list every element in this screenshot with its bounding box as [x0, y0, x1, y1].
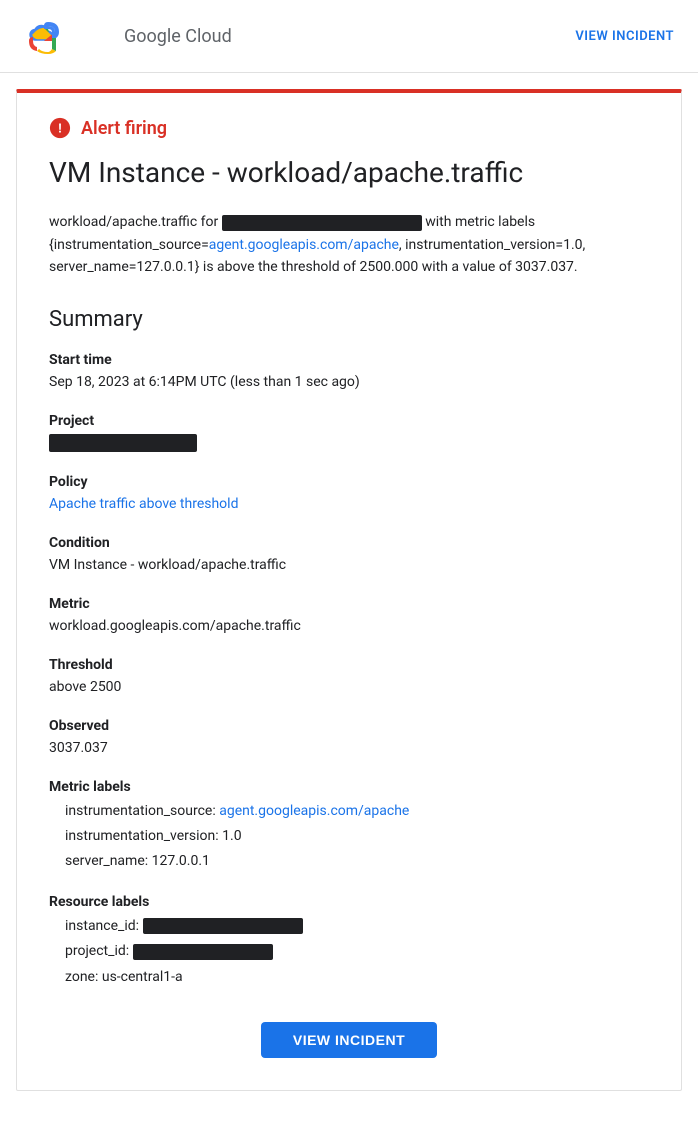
project-id-row: project_id:: [65, 939, 649, 964]
instrumentation-version-row: instrumentation_version: 1.0: [65, 824, 649, 849]
metric-value: workload.googleapis.com/apache.traffic: [49, 616, 649, 637]
threshold-section: Threshold above 2500: [49, 657, 649, 698]
condition-value: VM Instance - workload/apache.traffic: [49, 555, 649, 576]
project-label: Project: [49, 413, 649, 429]
policy-value: Apache traffic above threshold: [49, 494, 649, 515]
google-logo-icon: [24, 16, 64, 56]
policy-label: Policy: [49, 474, 649, 490]
instance-id-row: instance_id:: [65, 914, 649, 939]
project-section: Project: [49, 413, 649, 454]
resource-labels-values: instance_id: project_id: zone: us-centra…: [49, 914, 649, 990]
alert-firing-label: Alert firing: [81, 118, 167, 139]
view-incident-button[interactable]: VIEW INCIDENT: [261, 1022, 437, 1058]
start-time-section: Start time Sep 18, 2023 at 6:14PM UTC (l…: [49, 352, 649, 393]
view-incident-header-link[interactable]: VIEW INCIDENT: [575, 29, 674, 44]
desc-redacted-resource: [222, 215, 422, 231]
project-redacted: [49, 434, 197, 452]
metric-labels-values: instrumentation_source: agent.googleapis…: [49, 799, 649, 875]
svg-text:!: !: [58, 121, 62, 136]
metric-labels-label: Metric labels: [49, 779, 649, 795]
policy-section: Policy Apache traffic above threshold: [49, 474, 649, 515]
server-name-key: server_name:: [65, 853, 148, 869]
start-time-label: Start time: [49, 352, 649, 368]
metric-section: Metric workload.googleapis.com/apache.tr…: [49, 596, 649, 637]
google-cloud-wordmark: Google Cloud: [124, 26, 232, 47]
header: Google Cloud VIEW INCIDENT: [0, 0, 698, 72]
project-value: [49, 433, 649, 454]
metric-labels-section: Metric labels instrumentation_source: ag…: [49, 779, 649, 875]
instance-id-key: instance_id:: [65, 918, 139, 934]
policy-link[interactable]: Apache traffic above threshold: [49, 496, 238, 512]
logo-area: Google Cloud: [24, 16, 232, 56]
alert-firing-row: ! Alert firing: [49, 117, 649, 139]
desc-apache-link[interactable]: agent.googleapis.com/apache: [209, 237, 399, 253]
observed-section: Observed 3037.037: [49, 718, 649, 759]
alert-title: VM Instance - workload/apache.traffic: [49, 155, 649, 191]
view-incident-btn-wrapper: VIEW INCIDENT: [49, 1022, 649, 1058]
instrumentation-version-key: instrumentation_version:: [65, 828, 219, 844]
start-time-value: Sep 18, 2023 at 6:14PM UTC (less than 1 …: [49, 372, 649, 393]
instance-id-redacted: [143, 918, 303, 934]
header-divider: [0, 72, 698, 73]
zone-value: us-central1-a: [102, 969, 183, 985]
project-id-key: project_id:: [65, 943, 129, 959]
instrumentation-source-row: instrumentation_source: agent.googleapis…: [65, 799, 649, 824]
metric-label: Metric: [49, 596, 649, 612]
zone-row: zone: us-central1-a: [65, 965, 649, 990]
alert-description: workload/apache.traffic for with metric …: [49, 211, 649, 278]
alert-firing-icon: !: [49, 117, 71, 139]
desc-prefix: workload/apache.traffic for: [49, 214, 218, 230]
condition-section: Condition VM Instance - workload/apache.…: [49, 535, 649, 576]
resource-labels-section: Resource labels instance_id: project_id:…: [49, 894, 649, 990]
instrumentation-version-value: 1.0: [222, 828, 241, 844]
threshold-value: above 2500: [49, 677, 649, 698]
summary-heading: Summary: [49, 307, 649, 332]
observed-value: 3037.037: [49, 738, 649, 759]
observed-label: Observed: [49, 718, 649, 734]
threshold-label: Threshold: [49, 657, 649, 673]
alert-card-wrapper: ! Alert firing VM Instance - workload/ap…: [16, 89, 682, 1091]
server-name-row: server_name: 127.0.0.1: [65, 849, 649, 874]
instrumentation-source-link[interactable]: agent.googleapis.com/apache: [219, 803, 409, 819]
condition-label: Condition: [49, 535, 649, 551]
resource-labels-label: Resource labels: [49, 894, 649, 910]
zone-key: zone:: [65, 969, 98, 985]
instrumentation-source-key: instrumentation_source:: [65, 803, 216, 819]
project-id-redacted: [133, 944, 273, 960]
server-name-value: 127.0.0.1: [152, 853, 210, 869]
alert-card: ! Alert firing VM Instance - workload/ap…: [17, 93, 681, 1090]
